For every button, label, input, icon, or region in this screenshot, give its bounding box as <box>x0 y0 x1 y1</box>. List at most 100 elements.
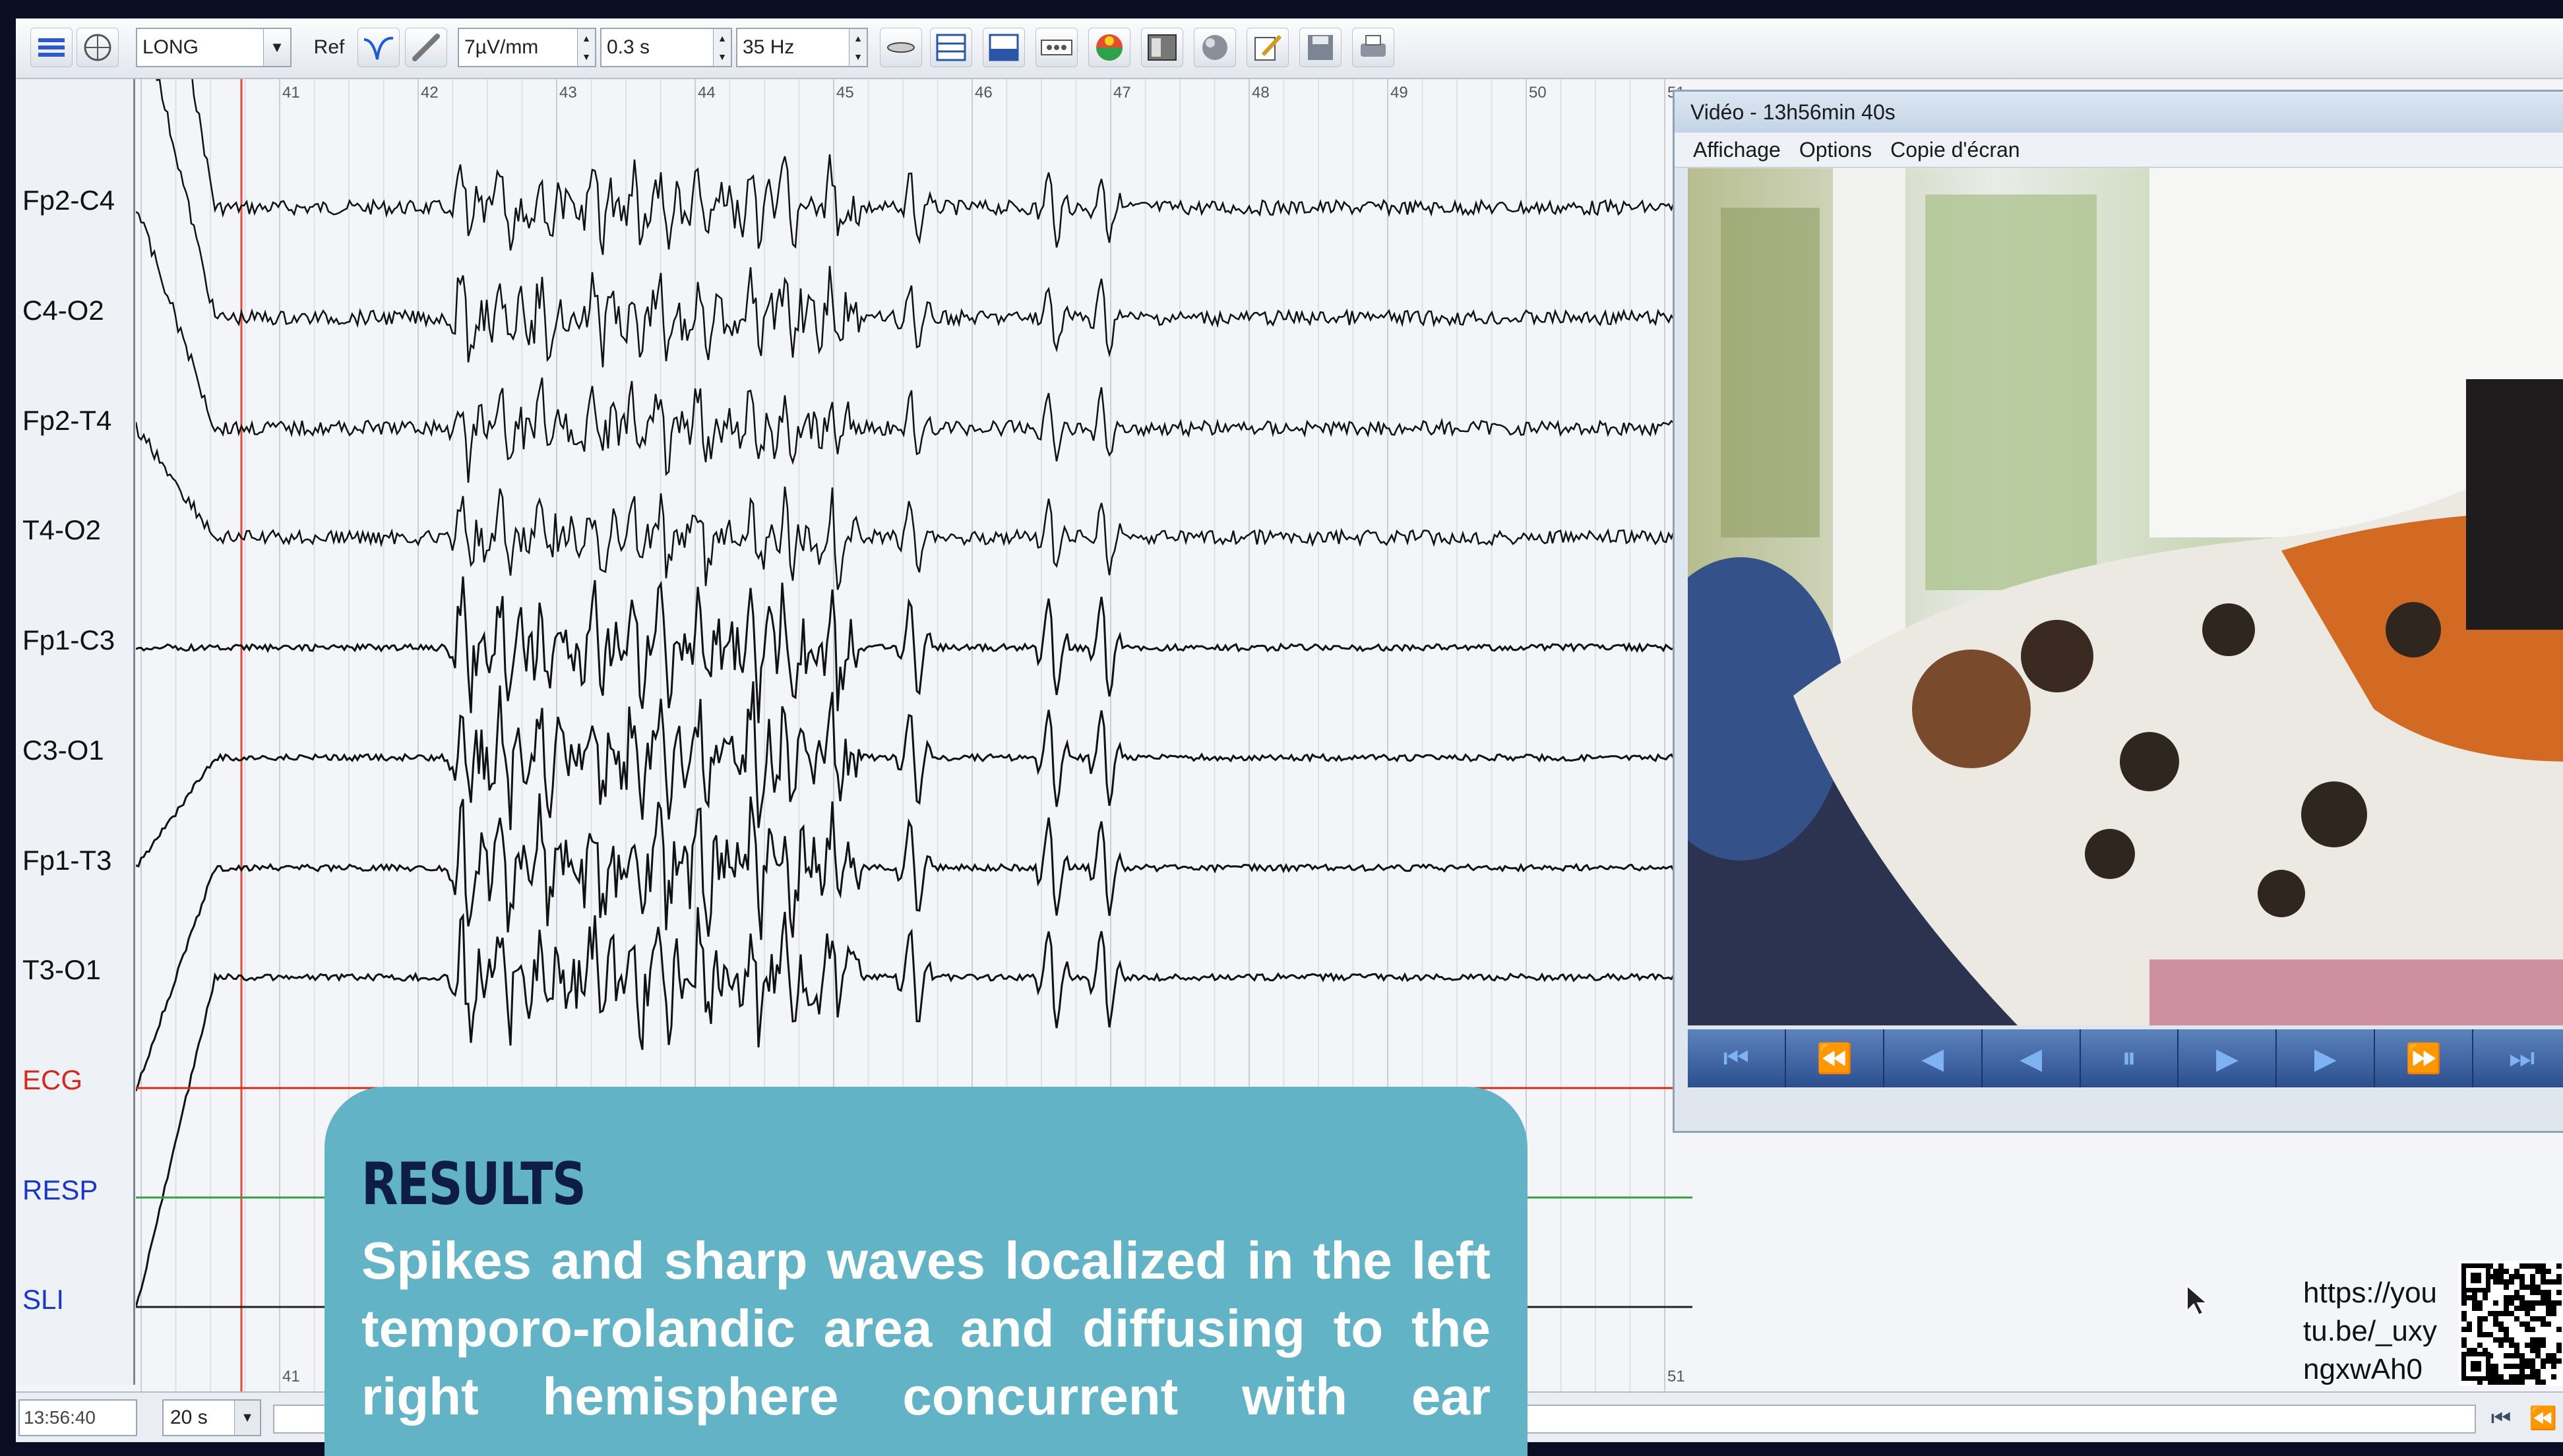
qr-module <box>2477 1321 2483 1327</box>
video-title[interactable]: Vidéo - 13h56min 40s <box>1675 92 2563 133</box>
channel-labels: Fp2-C4 C4-O2 Fp2-T4 T4-O2 Fp1-C3 C3-O1 F… <box>16 79 135 1385</box>
qr-module <box>2525 1358 2530 1364</box>
step-forward-icon[interactable]: ▶ <box>2277 1029 2376 1087</box>
pen-icon[interactable] <box>880 28 922 67</box>
fast-forward-icon[interactable]: ⏩ <box>2375 1029 2474 1087</box>
menu-affichage[interactable]: Affichage <box>1693 138 1781 162</box>
montage-select[interactable]: LONG ▼ <box>136 28 292 67</box>
grid-icon[interactable] <box>1141 28 1183 67</box>
qr-module <box>2535 1300 2541 1306</box>
qr-module <box>2525 1285 2530 1290</box>
qr-module <box>2530 1327 2535 1332</box>
qr-module <box>2514 1295 2519 1300</box>
fast-rewind-icon[interactable]: ⏪ <box>1786 1029 1884 1087</box>
qr-module <box>2493 1337 2498 1343</box>
qr-module <box>2530 1306 2535 1311</box>
play-icon[interactable]: ▶ <box>2178 1029 2277 1087</box>
qr-module <box>2504 1279 2509 1285</box>
video-scene <box>1688 168 2563 1025</box>
qr-module <box>2519 1364 2525 1369</box>
sensitivity-input[interactable]: 7µV/mm ▲ ▼ <box>458 28 596 67</box>
qr-module <box>2461 1311 2467 1316</box>
qr-module <box>2519 1353 2525 1358</box>
qr-module <box>2519 1321 2525 1327</box>
qr-module <box>2556 1348 2562 1353</box>
qr-module <box>2514 1306 2519 1311</box>
qr-module <box>2541 1263 2546 1269</box>
qr-module <box>2530 1279 2535 1285</box>
qr-module <box>2509 1374 2514 1380</box>
qr-module <box>2509 1337 2514 1343</box>
qr-module <box>2504 1332 2509 1337</box>
spin-arrows-icon[interactable]: ▲ ▼ <box>713 29 731 66</box>
time-field[interactable]: 13:56:40 <box>18 1399 137 1436</box>
skip-start-icon[interactable]: ⏮ <box>1688 1029 1786 1087</box>
span-select[interactable]: 20 s ▼ <box>162 1399 261 1436</box>
qr-module <box>2530 1300 2535 1306</box>
qr-module <box>2556 1290 2562 1295</box>
sphere-icon[interactable] <box>1194 28 1236 67</box>
qr-module <box>2541 1279 2546 1285</box>
rewind-icon[interactable]: ◀ <box>1884 1029 1983 1087</box>
eeg-trace <box>136 211 1686 483</box>
spike-icon[interactable] <box>357 28 400 67</box>
qr-module <box>2504 1353 2509 1358</box>
qr-module <box>2541 1321 2546 1327</box>
qr-module <box>2551 1311 2556 1316</box>
video-link[interactable]: https://you tu.be/_uxy ngxwAh0 <box>2303 1274 2437 1389</box>
dots-icon[interactable] <box>1035 28 1078 67</box>
qr-module <box>2535 1374 2541 1380</box>
skip-end-icon[interactable]: ⏭ <box>2473 1029 2563 1087</box>
qr-module <box>2461 1337 2467 1343</box>
spin-arrows-icon[interactable]: ▲ ▼ <box>577 29 595 66</box>
prev-page-icon[interactable]: ⏪ <box>2525 1402 2562 1435</box>
edit-icon[interactable] <box>1247 28 1289 67</box>
qr-module <box>2498 1343 2504 1348</box>
time-marker: 42 <box>421 84 439 102</box>
electrode-icon[interactable] <box>405 28 447 67</box>
layout-single-icon[interactable] <box>930 28 972 67</box>
brain-map-icon[interactable] <box>1088 28 1130 67</box>
qr-module <box>2535 1290 2541 1295</box>
channel-label: T3-O1 <box>22 954 102 985</box>
qr-module <box>2514 1348 2519 1353</box>
qr-module <box>2530 1369 2535 1374</box>
channel-label-ecg: ECG <box>22 1064 83 1095</box>
qr-module <box>2541 1300 2546 1306</box>
first-page-icon[interactable]: ⏮ <box>2483 1402 2519 1435</box>
qr-module <box>2504 1285 2509 1290</box>
qr-module <box>2509 1380 2514 1385</box>
qr-module <box>2530 1290 2535 1295</box>
time-marker: 49 <box>1390 84 1408 102</box>
qr-module <box>2461 1327 2467 1332</box>
time-constant-value: 0.3 s <box>607 36 650 58</box>
menu-copie-ecran[interactable]: Copie d'écran <box>1890 138 2020 162</box>
video-window[interactable]: Vidéo - 13h56min 40s Affichage Options C… <box>1673 90 2563 1133</box>
save-icon[interactable] <box>1299 28 1342 67</box>
ref-label[interactable]: Ref <box>306 28 352 67</box>
qr-module <box>2504 1300 2509 1306</box>
qr-module <box>2472 1306 2477 1311</box>
print-icon[interactable] <box>1352 28 1394 67</box>
channel-label: Fp2-T4 <box>22 405 112 436</box>
filter-value: 35 Hz <box>743 36 795 58</box>
qr-module <box>2504 1269 2509 1274</box>
menu-options[interactable]: Options <box>1799 138 1872 162</box>
head-map-icon[interactable] <box>77 28 119 67</box>
qr-module <box>2530 1374 2535 1380</box>
qr-module <box>2461 1316 2467 1321</box>
pause-icon[interactable]: ⏸ <box>2081 1029 2179 1087</box>
qr-module <box>2556 1327 2562 1332</box>
qr-code-icon[interactable] <box>2459 1261 2563 1386</box>
video-frame[interactable] <box>1688 168 2563 1025</box>
layout-split-icon[interactable] <box>983 28 1025 67</box>
menu-icon[interactable] <box>30 28 73 67</box>
spin-arrows-icon[interactable]: ▲ ▼ <box>849 29 867 66</box>
qr-module <box>2477 1316 2483 1321</box>
qr-module <box>2504 1327 2509 1332</box>
qr-module <box>2530 1337 2535 1343</box>
filter-input[interactable]: 35 Hz ▲ ▼ <box>736 28 868 67</box>
qr-module <box>2535 1285 2541 1290</box>
time-constant-input[interactable]: 0.3 s ▲ ▼ <box>600 28 732 67</box>
step-back-icon[interactable]: ◀ <box>1983 1029 2081 1087</box>
